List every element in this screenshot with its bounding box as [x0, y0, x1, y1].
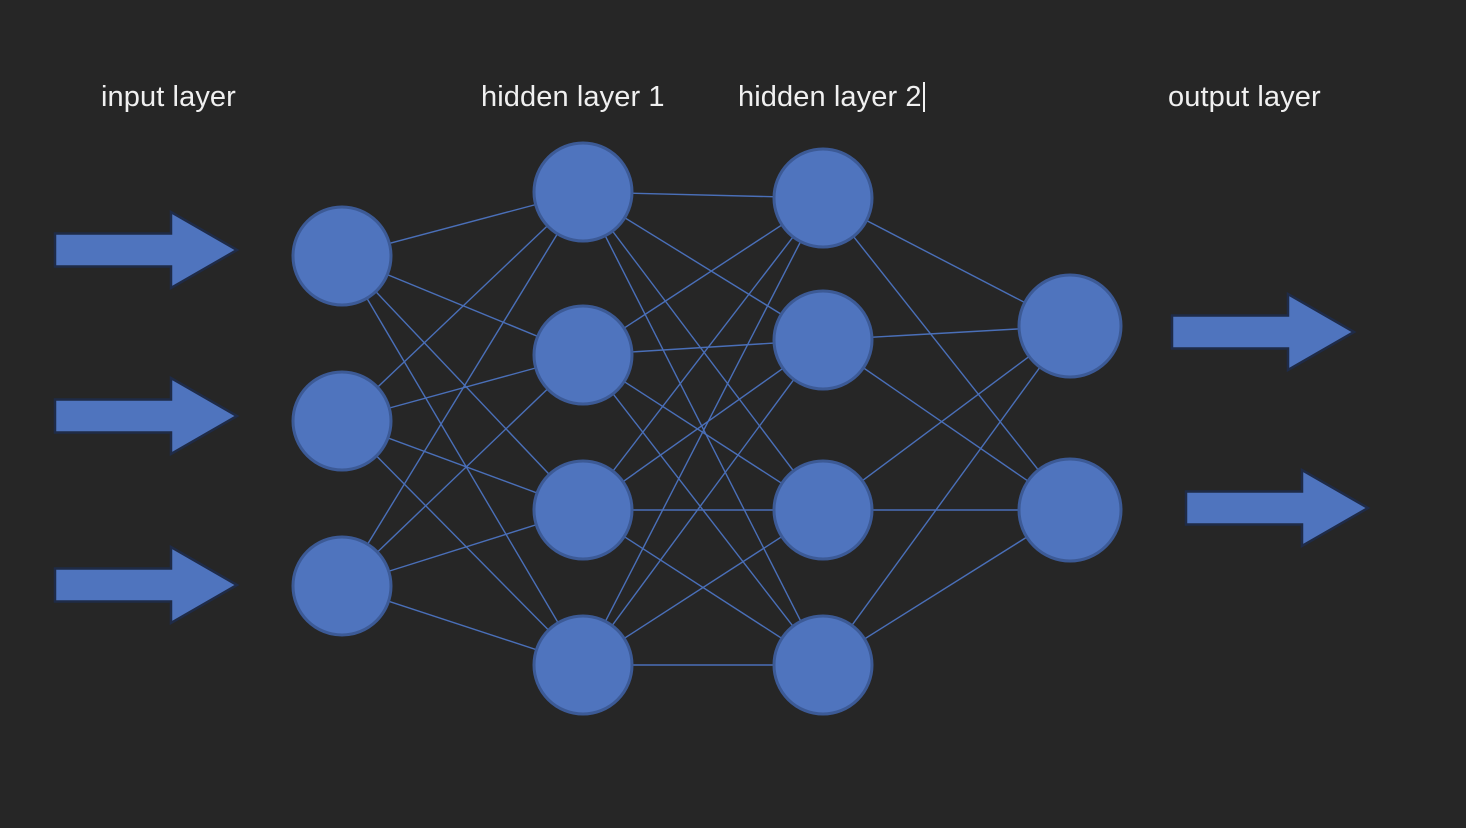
layer-label-input-text: input layer [101, 81, 236, 113]
neural-network-graphic [53, 141, 1371, 716]
neuron-input-3[interactable] [291, 535, 393, 637]
output-arrow-2[interactable] [1184, 467, 1371, 549]
neuron-output-1[interactable] [1017, 273, 1123, 379]
neuron-hidden2-1[interactable] [772, 147, 874, 249]
layer-label-hidden-2-text: hidden layer 2 [738, 81, 922, 113]
layer-label-output: output layer [1168, 80, 1321, 114]
input-arrow-2[interactable] [53, 375, 240, 457]
layer-label-hidden-1-text: hidden layer 1 [481, 81, 665, 113]
diagram-canvas: input layer hidden layer 1 hidden layer … [0, 0, 1466, 828]
output-arrow-1[interactable] [1170, 291, 1357, 373]
layer-label-input: input layer [101, 80, 236, 114]
input-arrow-1[interactable] [53, 209, 240, 291]
neuron-output-2[interactable] [1017, 457, 1123, 563]
neuron-hidden2-2[interactable] [772, 289, 874, 391]
neuron-hidden1-1[interactable] [532, 141, 634, 243]
input-arrow-3[interactable] [53, 544, 240, 626]
connection-edges [341, 191, 1071, 666]
layer-label-hidden-1: hidden layer 1 [481, 80, 665, 114]
neuron-hidden1-4[interactable] [532, 614, 634, 716]
flow-arrows [53, 209, 1371, 626]
layer-label-output-text: output layer [1168, 81, 1321, 113]
text-cursor-caret [922, 82, 925, 112]
neuron-hidden2-3[interactable] [772, 459, 874, 561]
neuron-hidden1-2[interactable] [532, 304, 634, 406]
neuron-hidden1-3[interactable] [532, 459, 634, 561]
neuron-input-1[interactable] [291, 205, 393, 307]
neuron-input-2[interactable] [291, 370, 393, 472]
neuron-hidden2-4[interactable] [772, 614, 874, 716]
layer-label-hidden-2[interactable]: hidden layer 2 [738, 80, 925, 114]
neuron-nodes [291, 141, 1123, 716]
